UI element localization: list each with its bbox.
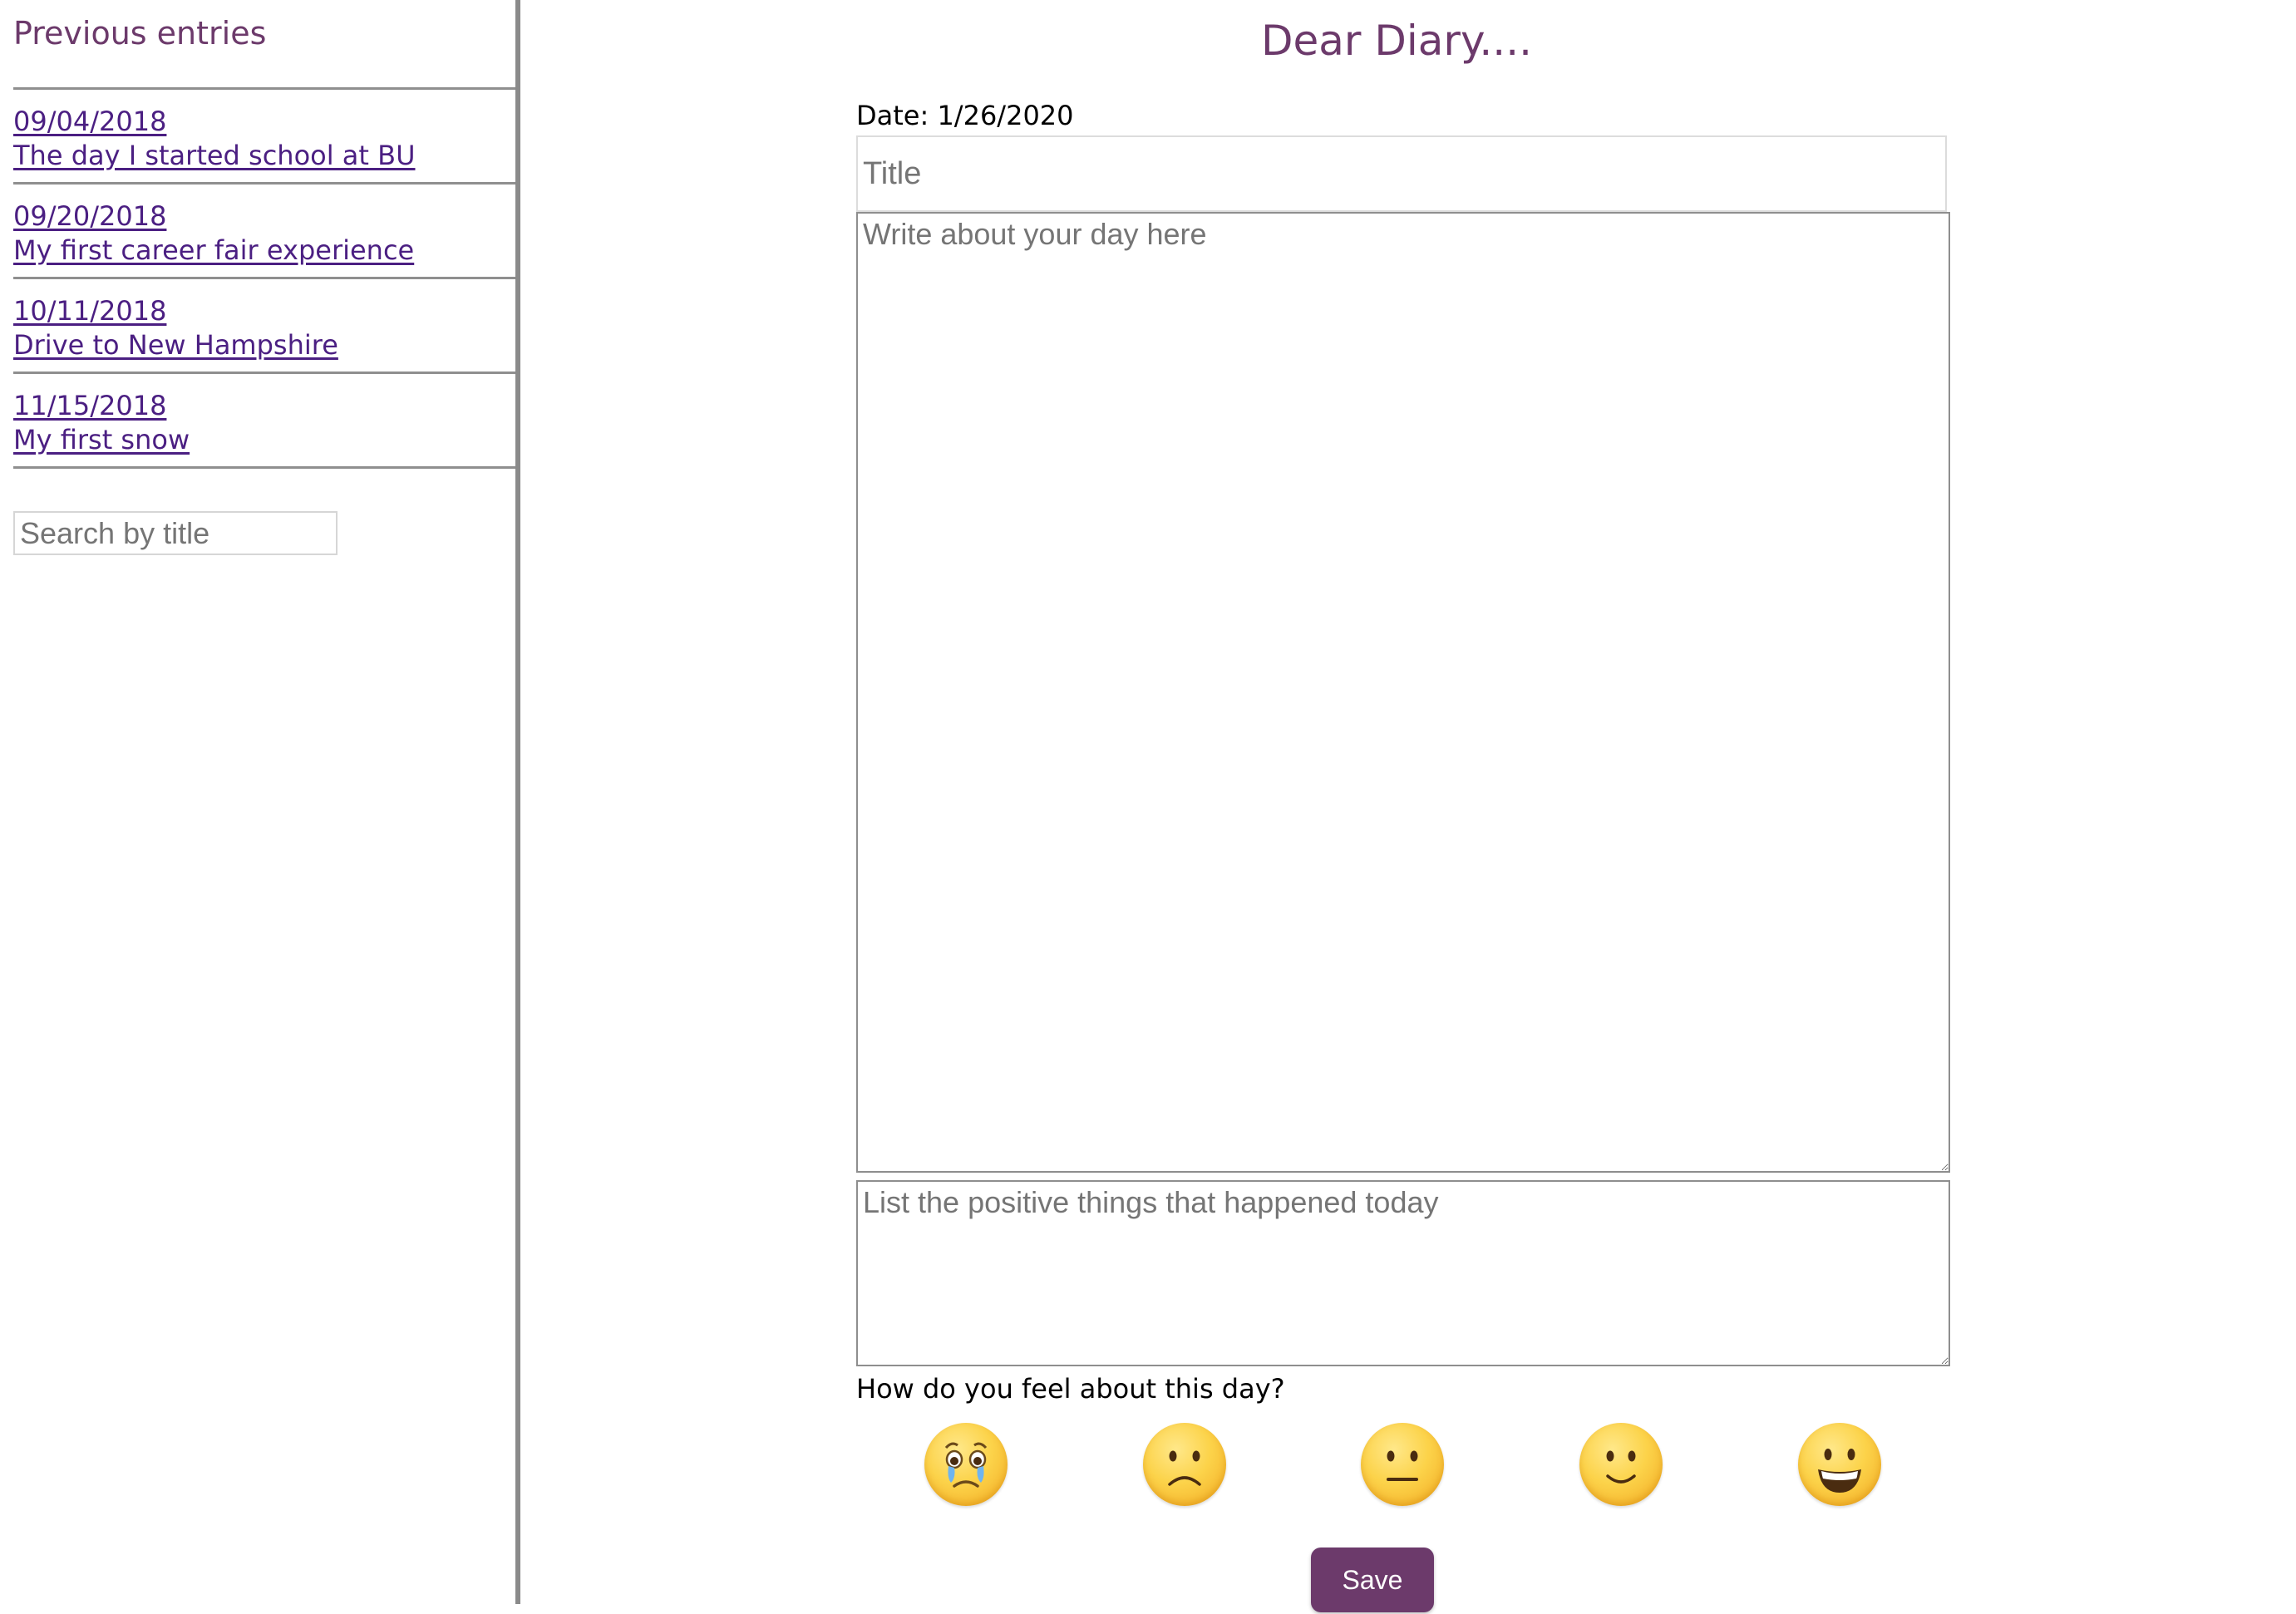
sidebar-heading: Previous entries: [13, 15, 267, 52]
entry-date-link[interactable]: 09/20/2018: [13, 199, 515, 234]
sad-face-icon[interactable]: [1143, 1423, 1226, 1506]
neutral-face-icon[interactable]: [1361, 1423, 1444, 1506]
list-item: 11/15/2018 My first snow: [13, 374, 515, 469]
grinning-face-icon[interactable]: [1798, 1423, 1881, 1506]
positive-things-textarea[interactable]: [856, 1180, 1950, 1366]
search-input[interactable]: [13, 511, 338, 555]
entry-title-link[interactable]: My first snow: [13, 423, 515, 457]
mood-question: How do you feel about this day?: [856, 1373, 1285, 1405]
entry-title-link[interactable]: Drive to New Hampshire: [13, 328, 515, 362]
sidebar-divider: [515, 0, 520, 1604]
entry-date-link[interactable]: 11/15/2018: [13, 389, 515, 423]
sidebar: Previous entries 09/04/2018 The day I st…: [0, 0, 515, 1614]
diary-textarea[interactable]: [856, 212, 1950, 1173]
entry-date-link[interactable]: 09/04/2018: [13, 105, 515, 139]
list-item: 09/04/2018 The day I started school at B…: [13, 90, 515, 185]
entry-list: 09/04/2018 The day I started school at B…: [13, 87, 515, 469]
diary-app: Previous entries 09/04/2018 The day I st…: [0, 0, 2296, 1614]
title-input[interactable]: [856, 135, 1947, 212]
very-sad-face-icon[interactable]: [924, 1423, 1008, 1506]
entry-date-link[interactable]: 10/11/2018: [13, 294, 515, 328]
page-title: Dear Diary....: [1261, 17, 1532, 65]
save-button[interactable]: Save: [1311, 1548, 1434, 1612]
entry-date-label: Date: 1/26/2020: [856, 100, 1074, 131]
list-item: 10/11/2018 Drive to New Hampshire: [13, 279, 515, 374]
slight-smile-face-icon[interactable]: [1579, 1423, 1663, 1506]
entry-title-link[interactable]: My first career fair experience: [13, 234, 515, 268]
entry-title-link[interactable]: The day I started school at BU: [13, 139, 515, 173]
list-item: 09/20/2018 My first career fair experien…: [13, 185, 515, 279]
